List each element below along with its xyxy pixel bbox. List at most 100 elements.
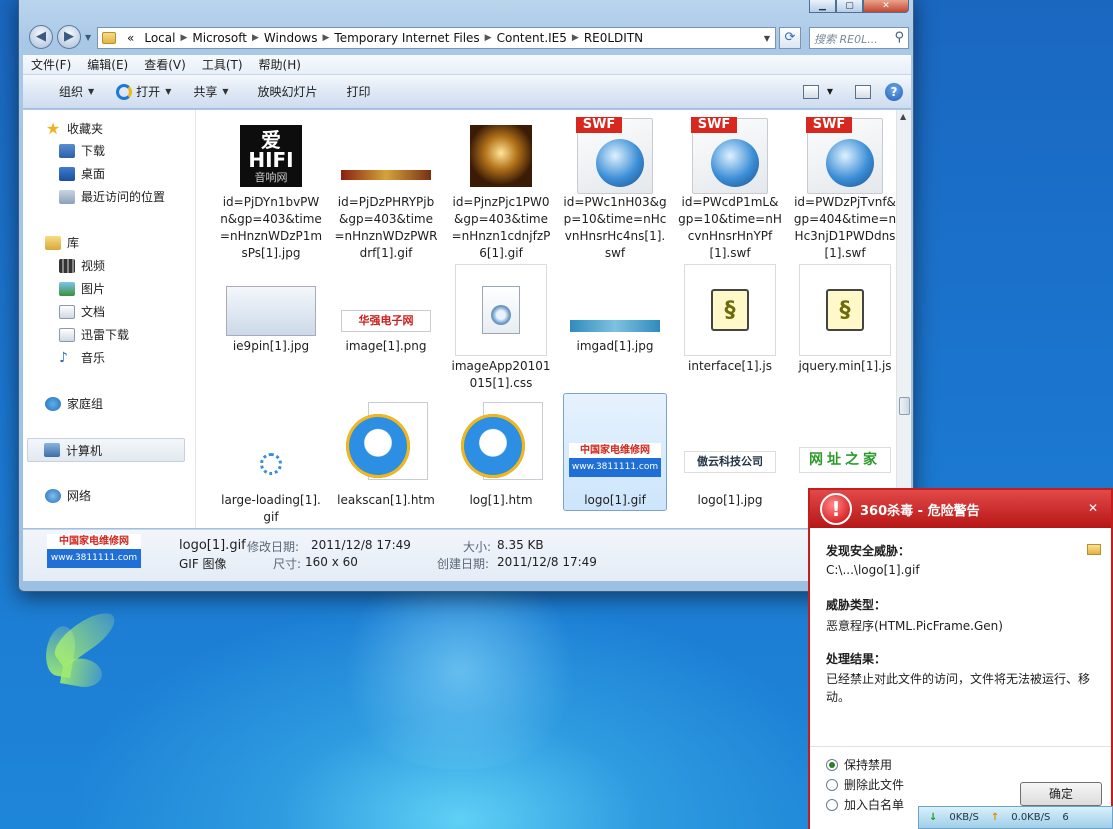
- video-icon: [59, 258, 75, 273]
- nav-pictures[interactable]: 图片: [59, 280, 105, 297]
- file-item[interactable]: log[1].htm: [449, 400, 553, 509]
- address-dropdown-icon[interactable]: ▼: [759, 34, 775, 43]
- breadcrumb-temporary-internet-files[interactable]: Temporary Internet Files: [329, 31, 484, 45]
- file-item[interactable]: 傲云科技公司 logo[1].jpg: [678, 400, 782, 509]
- file-item[interactable]: ie9pin[1].jpg: [219, 264, 323, 355]
- search-icon[interactable]: ⚲: [894, 30, 904, 45]
- option-delete-file[interactable]: 删除此文件: [826, 776, 904, 793]
- nav-music[interactable]: ♪ 音乐: [59, 349, 105, 366]
- maximize-button[interactable]: ▢: [836, 0, 863, 13]
- file-item[interactable]: SWF id=PWc1nH03&gp=10&time=nHcvnHnsrHc4n…: [563, 117, 667, 262]
- file-item[interactable]: SWF id=PWcdP1mL&gp=10&time=nHcvnHnsrHnYP…: [678, 117, 782, 262]
- swf-file-icon: SWF: [806, 117, 883, 194]
- nav-computer[interactable]: 计算机: [27, 438, 185, 462]
- nav-desktop[interactable]: 桌面: [59, 165, 105, 182]
- alert-header: ! 360杀毒 - 危险警告 ✕: [810, 490, 1111, 528]
- recent-pages-dropdown[interactable]: ▼: [85, 33, 91, 42]
- close-button[interactable]: ✕: [863, 0, 909, 13]
- nav-pictures-label: 图片: [81, 282, 106, 296]
- details-dimensions-label: 尺寸:: [273, 557, 302, 571]
- organize-button[interactable]: 组织 ▼: [23, 83, 105, 100]
- file-item[interactable]: imageApp20101015[1].css: [449, 264, 553, 392]
- details-size-label: 大小:: [463, 540, 492, 554]
- minimize-button[interactable]: ▁: [809, 0, 836, 13]
- file-item[interactable]: 爱HIFI 音响网 id=PjDYn1bvPWn&gp=403&time=nHnz…: [219, 120, 323, 262]
- file-thumbnail: 网址之家: [799, 447, 891, 473]
- slideshow-button[interactable]: 放映幻灯片: [240, 83, 329, 100]
- nav-favorites[interactable]: ★ 收藏夹: [45, 119, 103, 138]
- search-input[interactable]: 搜索 RE0L... ⚲: [809, 27, 909, 49]
- file-name: id=PWc1nH03&gp=10&time=nHcvnHnsrHc4ns[1]…: [563, 195, 667, 260]
- nav-libraries[interactable]: 库: [45, 234, 79, 251]
- menu-tools[interactable]: 工具(T): [194, 56, 251, 73]
- refresh-button[interactable]: ⟳: [779, 27, 801, 49]
- breadcrumb-content-ie5[interactable]: Content.IE5: [492, 31, 572, 45]
- menu-file[interactable]: 文件(F): [23, 56, 79, 73]
- chevron-right-icon[interactable]: ▶: [485, 33, 492, 43]
- scroll-up-icon[interactable]: ▲: [900, 112, 906, 121]
- nav-documents[interactable]: 文档: [59, 303, 105, 320]
- breadcrumb-local[interactable]: Local: [139, 31, 180, 45]
- nav-thunder-downloads[interactable]: 迅雷下载: [59, 326, 129, 343]
- chevron-down-icon[interactable]: ▼: [827, 87, 833, 96]
- file-name: id=PjnzPjc1PW0&gp=403&time=nHnzn1cdnjfzP…: [451, 195, 551, 260]
- option-whitelist[interactable]: 加入白名单: [826, 796, 904, 813]
- file-name: jquery.min[1].js: [798, 359, 892, 373]
- forward-button[interactable]: ▶: [57, 25, 81, 49]
- explorer-body: ★ 收藏夹 下载 桌面 最近访问的位置 库 视频 图片 文档 迅雷下载 ♪ 音乐 家…: [23, 110, 911, 528]
- chevron-right-icon[interactable]: ▶: [322, 33, 329, 43]
- file-name: id=PWcdP1mL&gp=10&time=nHcvnHnsrHnYPf[1]…: [678, 195, 782, 260]
- open-button[interactable]: 打开 ▼: [105, 83, 182, 100]
- file-item[interactable]: § jquery.min[1].js: [793, 264, 896, 375]
- view-icon[interactable]: [802, 84, 819, 99]
- file-item[interactable]: 华强电子网 image[1].png: [334, 264, 438, 355]
- vertical-scrollbar[interactable]: ▲: [896, 110, 911, 528]
- address-bar[interactable]: « Local ▶ Microsoft ▶ Windows ▶ Temporar…: [97, 27, 776, 49]
- help-icon[interactable]: ?: [885, 82, 903, 101]
- file-thumbnail: 傲云科技公司: [684, 451, 776, 473]
- nav-videos[interactable]: 视频: [59, 257, 105, 274]
- file-item[interactable]: imgad[1].jpg: [563, 264, 667, 355]
- network-speed-widget[interactable]: ↓ 0KB/S ↑ 0.0KB/S 6: [918, 806, 1113, 829]
- css-file-icon: [455, 264, 547, 356]
- breadcrumb-windows[interactable]: Windows: [259, 31, 323, 45]
- file-item[interactable]: leakscan[1].htm: [334, 400, 438, 509]
- scrollbar-thumb[interactable]: [899, 397, 910, 415]
- nav-downloads[interactable]: 下载: [59, 142, 105, 159]
- menu-edit[interactable]: 编辑(E): [79, 56, 136, 73]
- chevron-right-icon[interactable]: ▶: [180, 33, 187, 43]
- chevron-right-icon[interactable]: ▶: [252, 33, 259, 43]
- option-keep-disabled[interactable]: 保持禁用: [826, 756, 892, 773]
- file-item[interactable]: § interface[1].js: [678, 264, 782, 375]
- file-item[interactable]: large-loading[1].gif: [219, 400, 323, 526]
- nav-libraries-label: 库: [67, 236, 80, 250]
- ok-button[interactable]: 确定: [1020, 782, 1102, 806]
- file-item[interactable]: SWF id=PWDzPjTvnf&gp=404&time=nHc3njD1PW…: [793, 117, 896, 262]
- print-button[interactable]: 打印: [329, 83, 382, 100]
- file-name: id=PjDzPHRYPjb&gp=403&time=nHnznWDzPWRdr…: [334, 195, 438, 260]
- loading-spinner-icon: [260, 453, 282, 475]
- close-icon[interactable]: ✕: [1081, 501, 1105, 517]
- menu-view[interactable]: 查看(V): [136, 56, 194, 73]
- thumbnail-text: 网址之家: [809, 452, 881, 468]
- share-button[interactable]: 共享 ▼: [182, 83, 239, 100]
- address-overflow[interactable]: «: [122, 31, 139, 45]
- breadcrumb-microsoft[interactable]: Microsoft: [187, 31, 252, 45]
- nav-music-label: 音乐: [81, 351, 106, 365]
- file-item[interactable]: id=PjDzPHRYPjb&gp=403&time=nHnznWDzPWRdr…: [334, 120, 438, 262]
- nav-recent-places[interactable]: 最近访问的位置: [59, 188, 165, 205]
- menu-help[interactable]: 帮助(H): [251, 56, 309, 73]
- breadcrumb-re0lditn[interactable]: RE0LDITN: [579, 31, 648, 45]
- menu-bar: 文件(F) 编辑(E) 查看(V) 工具(T) 帮助(H): [23, 55, 911, 75]
- ie-document-icon: [459, 402, 543, 488]
- open-folder-icon[interactable]: [1087, 544, 1101, 555]
- file-item-selected[interactable]: 中国家电维修网 www.3811111.com logo[1].gif: [563, 393, 667, 511]
- file-item[interactable]: id=PjnzPjc1PW0&gp=403&time=nHnzn1cdnjfzP…: [449, 120, 553, 262]
- chevron-right-icon[interactable]: ▶: [572, 33, 579, 43]
- preview-pane-icon[interactable]: [855, 84, 871, 99]
- details-thumbnail: 中国家电维修网 www.3811111.com: [47, 534, 141, 570]
- details-created-label: 创建日期:: [437, 557, 490, 571]
- back-button[interactable]: ◀: [29, 25, 53, 49]
- nav-homegroup[interactable]: 家庭组: [45, 395, 103, 412]
- nav-network[interactable]: 网络: [45, 487, 91, 504]
